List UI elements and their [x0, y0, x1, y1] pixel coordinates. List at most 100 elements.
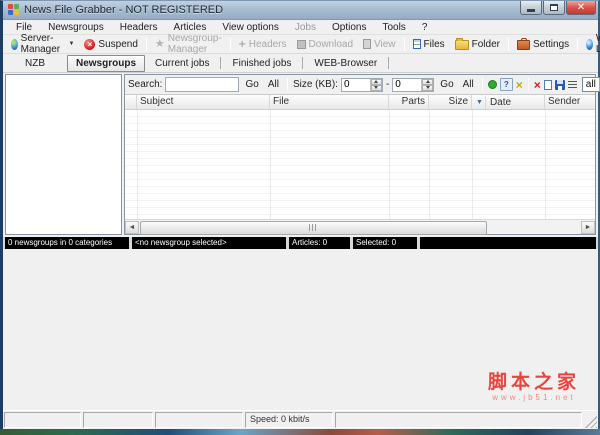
- close-icon: ✕: [576, 1, 586, 13]
- server-manager-button[interactable]: Server-Manager ▼: [7, 32, 78, 56]
- folder-button[interactable]: Folder: [451, 37, 504, 51]
- main-tabs: NZB Newsgroups Current jobs Finished job…: [3, 54, 598, 73]
- red-x-icon: ×: [533, 77, 541, 92]
- table-header-row: Subject File Parts Size ▼ Date Sender: [125, 95, 595, 110]
- search-all-button[interactable]: All: [265, 79, 282, 90]
- horizontal-scrollbar[interactable]: ◄ ►: [125, 219, 595, 235]
- title-bar[interactable]: News File Grabber - NOT REGISTERED ✕: [3, 1, 598, 20]
- close-button[interactable]: ✕: [566, 1, 596, 15]
- column-size[interactable]: Size: [429, 95, 472, 109]
- tab-nzb[interactable]: NZB: [3, 56, 67, 71]
- column-parts[interactable]: Parts: [389, 95, 429, 109]
- list-view-button[interactable]: [567, 78, 577, 91]
- column-file[interactable]: File: [270, 95, 389, 109]
- lower-filler-area: 脚本之家 www.jb51.net: [3, 249, 598, 410]
- minimize-button[interactable]: [520, 1, 542, 15]
- green-dot-icon: [487, 80, 497, 89]
- scrollbar-grip-icon: [308, 224, 318, 231]
- column-guide: [545, 110, 546, 219]
- articles-table-body[interactable]: [125, 110, 595, 219]
- question-mark-icon: ?: [499, 78, 513, 91]
- new-document-icon: [543, 79, 552, 90]
- app-icon: [8, 4, 20, 16]
- view-button[interactable]: View: [359, 38, 400, 51]
- settings-label: Settings: [533, 38, 570, 50]
- new-list-button[interactable]: [543, 78, 552, 91]
- maximize-button[interactable]: [543, 1, 565, 15]
- menu-jobs[interactable]: Jobs: [288, 22, 323, 33]
- menu-newsgroups[interactable]: Newsgroups: [41, 22, 111, 33]
- settings-button[interactable]: Settings: [513, 37, 573, 51]
- tab-newsgroups[interactable]: Newsgroups: [67, 54, 146, 72]
- files-label: Files: [423, 38, 445, 50]
- menu-tools[interactable]: Tools: [375, 22, 412, 33]
- menu-options[interactable]: Options: [325, 22, 373, 33]
- delete-button[interactable]: ×: [533, 77, 541, 92]
- clear-filter-button[interactable]: ×: [515, 77, 523, 92]
- help-small-button[interactable]: ?: [499, 78, 513, 91]
- combo-value: all: [585, 79, 596, 90]
- menu-headers[interactable]: Headers: [113, 22, 165, 33]
- tab-current-jobs[interactable]: Current jobs: [145, 56, 219, 71]
- suspend-label: Suspend: [98, 38, 138, 50]
- statusbar-panel: [4, 412, 81, 428]
- yellow-x-icon: ×: [515, 77, 523, 92]
- tab-separator: [388, 57, 390, 69]
- spin-down-button[interactable]: [422, 84, 434, 91]
- tab-finished-jobs[interactable]: Finished jobs: [222, 56, 301, 71]
- web-links-label: WEB-Links: [595, 33, 600, 55]
- menu-help[interactable]: ?: [415, 22, 435, 33]
- save-icon: [554, 79, 565, 90]
- scrollbar-thumb[interactable]: [140, 220, 487, 235]
- size-go-button[interactable]: Go: [437, 79, 456, 90]
- search-input[interactable]: [165, 77, 240, 92]
- menu-articles[interactable]: Articles: [167, 22, 214, 33]
- size-max-stepper: [392, 77, 435, 92]
- column-guide: [270, 110, 271, 219]
- resize-grip[interactable]: [584, 412, 597, 428]
- size-max-input[interactable]: [393, 78, 422, 91]
- minimize-icon: [527, 8, 535, 12]
- spin-down-button[interactable]: [370, 84, 382, 91]
- headers-button[interactable]: + Headers: [235, 38, 291, 51]
- menu-bar: File Newsgroups Headers Articles View op…: [3, 20, 598, 35]
- tab-web-browser[interactable]: WEB-Browser: [304, 56, 387, 71]
- newsgroups-tree-panel[interactable]: [5, 74, 122, 235]
- filter-separator: [481, 78, 483, 91]
- download-label: Download: [308, 38, 354, 50]
- save-list-button[interactable]: [554, 78, 565, 91]
- content-area: Search: Go All Size (KB): -: [3, 73, 600, 237]
- size-min-input[interactable]: [341, 78, 370, 91]
- search-go-button[interactable]: Go: [242, 79, 261, 90]
- suspend-button[interactable]: × Suspend: [80, 38, 141, 51]
- column-selector[interactable]: [125, 95, 137, 109]
- column-date-label: Date: [489, 96, 512, 108]
- menu-view-options[interactable]: View options: [215, 22, 286, 33]
- chevron-down-icon[interactable]: ▼: [68, 41, 74, 47]
- toolbar-separator: [145, 37, 147, 51]
- download-button[interactable]: Download: [293, 38, 357, 51]
- files-button[interactable]: Files: [409, 38, 449, 51]
- scroll-right-button[interactable]: ►: [581, 220, 595, 234]
- mark-button[interactable]: [487, 78, 497, 91]
- tab-separator: [220, 57, 222, 69]
- desktop-background-edge: [0, 429, 600, 435]
- web-links-button[interactable]: WEB-Links ▼: [582, 32, 600, 56]
- scroll-left-button[interactable]: ◄: [125, 220, 139, 234]
- plus-icon: +: [238, 37, 246, 51]
- show-filter-combobox[interactable]: all ▼: [581, 77, 600, 92]
- status-articles-count: Articles: 0: [289, 237, 350, 249]
- scrollbar-track[interactable]: [139, 220, 581, 235]
- size-kb-label: Size (KB):: [292, 79, 338, 90]
- size-all-button[interactable]: All: [460, 79, 477, 90]
- menu-file[interactable]: File: [9, 22, 39, 33]
- filter-separator: [286, 78, 288, 91]
- column-subject[interactable]: Subject: [137, 95, 270, 109]
- column-sender[interactable]: Sender: [545, 95, 595, 109]
- settings-icon: [517, 38, 530, 50]
- column-date[interactable]: ▼ Date: [472, 95, 545, 109]
- newsgroup-manager-button[interactable]: ★ Newsgroup-Manager: [151, 32, 226, 56]
- size-min-stepper: [340, 77, 383, 92]
- star-icon: ★: [154, 37, 165, 50]
- filter-bar: Search: Go All Size (KB): -: [125, 75, 600, 95]
